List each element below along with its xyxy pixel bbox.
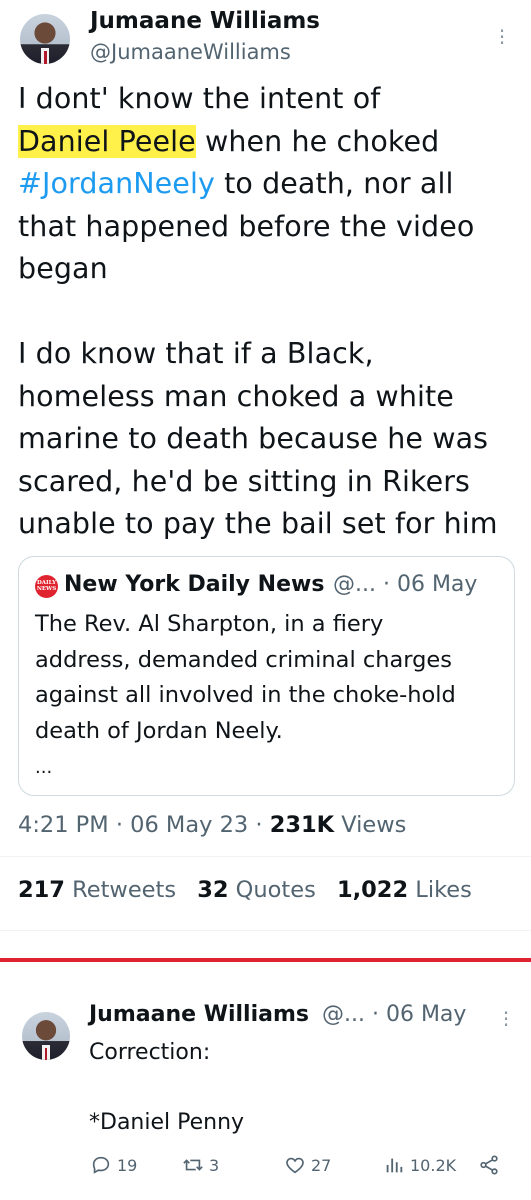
tweet-line: marine to death because he was <box>18 422 489 455</box>
retweet-icon <box>183 1159 203 1171</box>
reply-author-avatar[interactable] <box>22 1012 70 1060</box>
reply-text-line: Correction: <box>89 1040 211 1065</box>
reply-author-name[interactable]: Jumaane Williams <box>89 1002 309 1027</box>
quoted-meta: @... · 06 May <box>333 572 478 597</box>
tweet-line: unable to pay the bail set for him <box>18 507 498 540</box>
tweet-line: #JordanNeely to death, nor all <box>18 163 518 206</box>
reply-button[interactable]: 19 <box>90 1154 137 1176</box>
tweet-text: I dont' know the intent of Daniel Peele … <box>18 78 518 546</box>
tweet-line: scared, he'd be sitting in Rikers <box>18 464 470 498</box>
tweet-line: began <box>18 252 108 285</box>
more-options-icon[interactable]: · · · <box>498 21 506 53</box>
author-handle[interactable]: @JumaaneWilliams <box>90 40 291 64</box>
quoted-line: The Rev. Al Sharpton, in a fiery <box>35 611 384 637</box>
divider <box>0 930 531 931</box>
hashtag-link[interactable]: #JordanNeely <box>18 167 215 200</box>
tweet-line: I do know that if a Black, <box>18 337 374 370</box>
views-button[interactable]: 10.2K <box>383 1154 456 1176</box>
like-button[interactable]: 27 <box>284 1154 331 1176</box>
share-icon <box>480 1155 498 1175</box>
tweet-line: I dont' know the intent of <box>18 82 381 115</box>
quoted-text: The Rev. Al Sharpton, in a fiery address… <box>35 607 505 749</box>
tweet-timestamp[interactable]: 4:21 PM · 06 May 23 · 231K Views <box>18 812 406 838</box>
views-bar-chart-icon <box>386 1158 403 1173</box>
quoted-ellipsis: ... <box>35 757 53 778</box>
views-count-small: 10.2K <box>410 1155 457 1175</box>
tweet-line: that happened before the video <box>18 209 475 243</box>
reply-meta: @... · 06 May <box>322 1002 467 1027</box>
reply-icon <box>92 1156 110 1174</box>
quoted-author-name: New York Daily News <box>64 572 325 597</box>
quoted-line: address, demanded criminal charges <box>35 646 452 673</box>
red-separator <box>0 958 531 962</box>
views-count: 231K <box>269 812 335 838</box>
quoted-tweet-card[interactable]: DAILY NEWS New York Daily News @... · 06… <box>18 556 515 796</box>
tweet-line: homeless man choked a white <box>18 379 454 413</box>
highlighted-name: Daniel Peele <box>18 124 196 158</box>
engagement-stats: 217 Retweets 32 Quotes 1,022 Likes <box>18 877 486 903</box>
tweet-time: 4:21 PM <box>18 812 109 838</box>
likes-stat[interactable]: 1,022 Likes <box>337 877 472 903</box>
retweets-stat[interactable]: 217 Retweets <box>18 877 176 903</box>
retweet-count: 3 <box>209 1155 220 1175</box>
reply-text-line: *Daniel Penny <box>89 1110 245 1135</box>
divider <box>0 856 531 857</box>
author-avatar[interactable] <box>20 14 70 64</box>
retweet-button[interactable]: 3 <box>182 1154 219 1176</box>
daily-news-logo: DAILY NEWS <box>35 575 58 598</box>
heart-icon <box>286 1157 304 1174</box>
quotes-stat[interactable]: 32 Quotes <box>197 877 316 903</box>
quoted-line: against all involved in the choke-hold <box>35 682 456 708</box>
tweet-line: Daniel Peele when he choked <box>18 121 518 164</box>
tweet-date: 06 May 23 <box>130 812 249 838</box>
author-name[interactable]: Jumaane Williams <box>90 8 320 34</box>
tweet-line-text: when he choked <box>204 124 440 158</box>
reply-action-bar: 19 3 27 10.2K <box>0 1154 531 1184</box>
reply-more-options-icon[interactable]: · · · <box>502 1003 510 1035</box>
like-count: 27 <box>311 1155 332 1175</box>
reply-count: 19 <box>117 1155 138 1175</box>
tweet-line-text: to death, nor all <box>224 167 454 200</box>
views-label: Views <box>341 812 407 838</box>
quoted-line: death of Jordan Neely. <box>35 717 283 744</box>
share-button[interactable] <box>478 1154 500 1176</box>
